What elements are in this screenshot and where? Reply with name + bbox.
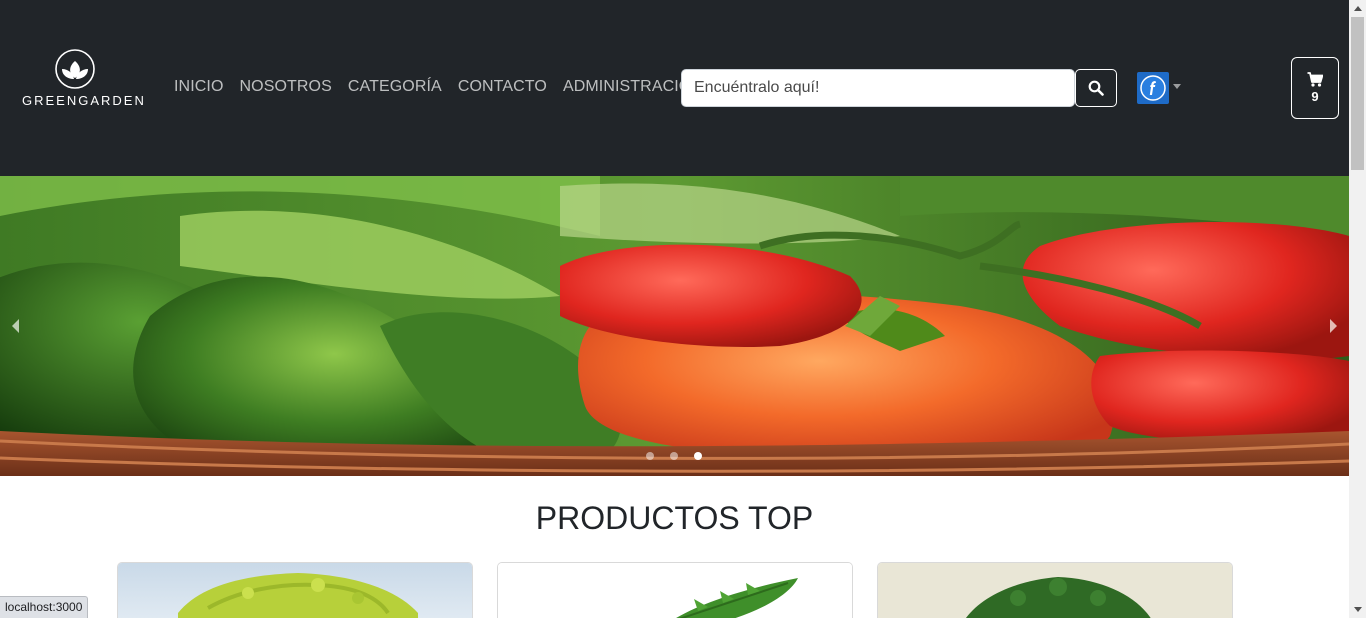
search-button[interactable]	[1075, 69, 1117, 107]
hero-carousel	[0, 176, 1349, 476]
nav-item-categoria[interactable]: CATEGORÍA	[348, 78, 442, 96]
carousel-indicator-1[interactable]	[646, 452, 654, 460]
user-dropdown-caret-icon[interactable]	[1173, 84, 1181, 89]
leaf-logo-icon	[55, 49, 95, 89]
product-card[interactable]	[497, 562, 853, 618]
carousel-slide-image	[0, 176, 1349, 476]
scroll-up-button[interactable]	[1349, 0, 1366, 17]
product-image	[878, 563, 1232, 618]
navbar: GREENGARDEN INICIO NOSOTROS CATEGORÍA CO…	[0, 0, 1349, 176]
chevron-right-icon	[1330, 319, 1337, 333]
user-avatar-icon	[1140, 75, 1166, 101]
nav-item-inicio[interactable]: INICIO	[174, 78, 224, 96]
chevron-left-icon	[12, 319, 19, 333]
nav-item-contacto[interactable]: CONTACTO	[458, 78, 547, 96]
main-nav: INICIO NOSOTROS CATEGORÍA CONTACTO ADMIN…	[174, 78, 703, 96]
carousel-indicators	[646, 452, 702, 460]
status-bar-url: localhost:3000	[0, 596, 89, 618]
carousel-prev-button[interactable]	[0, 306, 30, 346]
scroll-down-arrow-icon	[1353, 607, 1362, 612]
nav-item-nosotros[interactable]: NOSOTROS	[240, 78, 332, 96]
brand-name: GREENGARDEN	[22, 93, 146, 108]
product-card[interactable]	[117, 562, 473, 618]
cart-count-badge: 9	[1311, 89, 1319, 104]
search-icon	[1088, 80, 1104, 96]
cart-button[interactable]: 9	[1291, 57, 1339, 119]
section-title: PRODUCTOS TOP	[535, 500, 814, 536]
page-scrollbar[interactable]	[1349, 0, 1366, 618]
scroll-up-arrow-icon	[1353, 6, 1362, 11]
user-avatar[interactable]	[1137, 72, 1169, 104]
brand-logo[interactable]: GREENGARDEN	[22, 48, 146, 110]
product-image	[498, 563, 852, 618]
carousel-indicator-3[interactable]	[694, 452, 702, 460]
scrollbar-thumb[interactable]	[1351, 17, 1364, 170]
page: GREENGARDEN INICIO NOSOTROS CATEGORÍA CO…	[0, 0, 1366, 618]
carousel-next-button[interactable]	[1319, 306, 1349, 346]
carousel-indicator-2[interactable]	[670, 452, 678, 460]
product-image	[118, 563, 472, 618]
search-input[interactable]	[681, 69, 1075, 107]
cart-icon	[1307, 72, 1323, 87]
scroll-down-button[interactable]	[1349, 601, 1366, 618]
product-card[interactable]	[877, 562, 1233, 618]
